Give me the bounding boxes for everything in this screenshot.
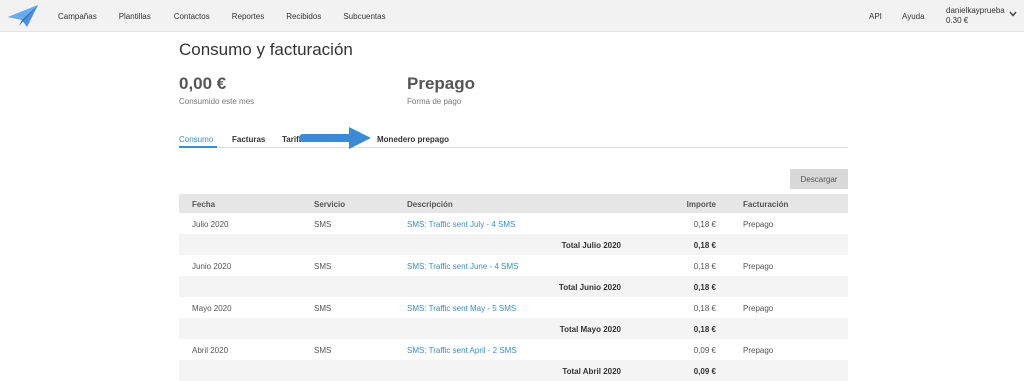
arrow-right-icon — [299, 127, 371, 149]
row-description-link[interactable]: SMS: Traffic sent July - 4 SMS — [407, 220, 515, 229]
header-date: Fecha — [192, 200, 216, 209]
header-billing: Facturación — [743, 200, 789, 209]
nav-subaccounts[interactable]: Subcuentas — [343, 12, 385, 21]
payment-method-value: Prepago — [407, 74, 476, 93]
table-total-row: Total Julio 2020 0,18 € — [179, 234, 848, 255]
consumed-value: 0,00 € — [179, 74, 227, 93]
row-date: Julio 2020 — [192, 220, 229, 229]
header-description: Descripción — [407, 200, 453, 209]
row-amount: 0,18 € — [693, 220, 716, 229]
nav-templates[interactable]: Plantillas — [119, 12, 151, 21]
top-navbar: Campañas Plantillas Contactos Reportes R… — [0, 0, 1024, 32]
consumed-label: Consumido este mes — [179, 97, 255, 106]
header-service: Servicio — [314, 200, 346, 209]
table-total-row: Total Junio 2020 0,18 € — [179, 276, 848, 297]
nav-campaigns[interactable]: Campañas — [58, 12, 97, 21]
row-billing: Prepago — [743, 262, 774, 271]
account-name: danielkayprueba — [946, 6, 1005, 15]
table-header: Fecha Servicio Descripción Importe Factu… — [179, 194, 848, 213]
page-title: Consumo y facturación — [179, 40, 353, 59]
download-button[interactable]: Descargar — [790, 169, 848, 189]
row-amount: 0,18 € — [693, 262, 716, 271]
row-billing: Prepago — [743, 220, 774, 229]
total-label: Total Mayo 2020 — [559, 325, 621, 334]
row-date: Abril 2020 — [192, 346, 229, 355]
table-row: Mayo 2020 SMS SMS: Traffic sent May - 5 … — [179, 297, 848, 318]
payment-method-label: Forma de pago — [407, 97, 462, 106]
nav-reports[interactable]: Reportes — [232, 12, 264, 21]
row-date: Mayo 2020 — [192, 304, 232, 313]
active-tab-indicator — [179, 146, 217, 148]
total-amount: 0,18 € — [693, 241, 716, 250]
main-nav: Campañas Plantillas Contactos Reportes R… — [58, 0, 408, 32]
nav-contacts[interactable]: Contactos — [174, 12, 210, 21]
tab-consumption[interactable]: Consumo — [179, 135, 213, 144]
total-amount: 0,09 € — [693, 367, 716, 376]
chevron-down-icon[interactable] — [1009, 11, 1017, 17]
row-billing: Prepago — [743, 346, 774, 355]
row-service: SMS — [314, 262, 332, 271]
consumption-table: Fecha Servicio Descripción Importe Factu… — [179, 194, 848, 381]
row-amount: 0,18 € — [693, 304, 716, 313]
table-row: Julio 2020 SMS SMS: Traffic sent July - … — [179, 213, 848, 234]
row-description-link[interactable]: SMS: Traffic sent April - 2 SMS — [407, 346, 517, 355]
tab-prepaid-wallet[interactable]: Monedero prepago — [377, 135, 449, 144]
table-total-row: Total Mayo 2020 0,18 € — [179, 318, 848, 339]
total-label: Total Julio 2020 — [561, 241, 621, 250]
total-amount: 0,18 € — [693, 283, 716, 292]
row-service: SMS — [314, 304, 332, 313]
total-amount: 0,18 € — [693, 325, 716, 334]
table-row: Junio 2020 SMS SMS: Traffic sent June - … — [179, 255, 848, 276]
row-billing: Prepago — [743, 304, 774, 313]
row-amount: 0,09 € — [693, 346, 716, 355]
account-menu[interactable]: danielkayprueba 0.30 € — [946, 6, 1005, 26]
header-amount: Importe — [686, 200, 716, 209]
total-label: Total Junio 2020 — [558, 283, 621, 292]
account-balance: 0.30 € — [946, 16, 969, 25]
row-date: Junio 2020 — [192, 262, 232, 271]
nav-api[interactable]: API — [869, 12, 882, 21]
row-service: SMS — [314, 346, 332, 355]
paper-plane-logo-icon[interactable] — [7, 4, 39, 28]
billing-tabs: Consumo Facturas Tarifas Monedero prepag… — [179, 129, 848, 148]
table-total-row: Total Abril 2020 0,09 € — [179, 360, 848, 381]
tab-invoices[interactable]: Facturas — [232, 135, 265, 144]
row-description-link[interactable]: SMS: Traffic sent June - 4 SMS — [407, 262, 518, 271]
nav-help[interactable]: Ayuda — [902, 12, 925, 21]
total-label: Total Abril 2020 — [562, 367, 621, 376]
row-description-link[interactable]: SMS: Traffic sent May - 5 SMS — [407, 304, 516, 313]
nav-received[interactable]: Recibidos — [286, 12, 321, 21]
table-row: Abril 2020 SMS SMS: Traffic sent April -… — [179, 339, 848, 360]
row-service: SMS — [314, 220, 332, 229]
